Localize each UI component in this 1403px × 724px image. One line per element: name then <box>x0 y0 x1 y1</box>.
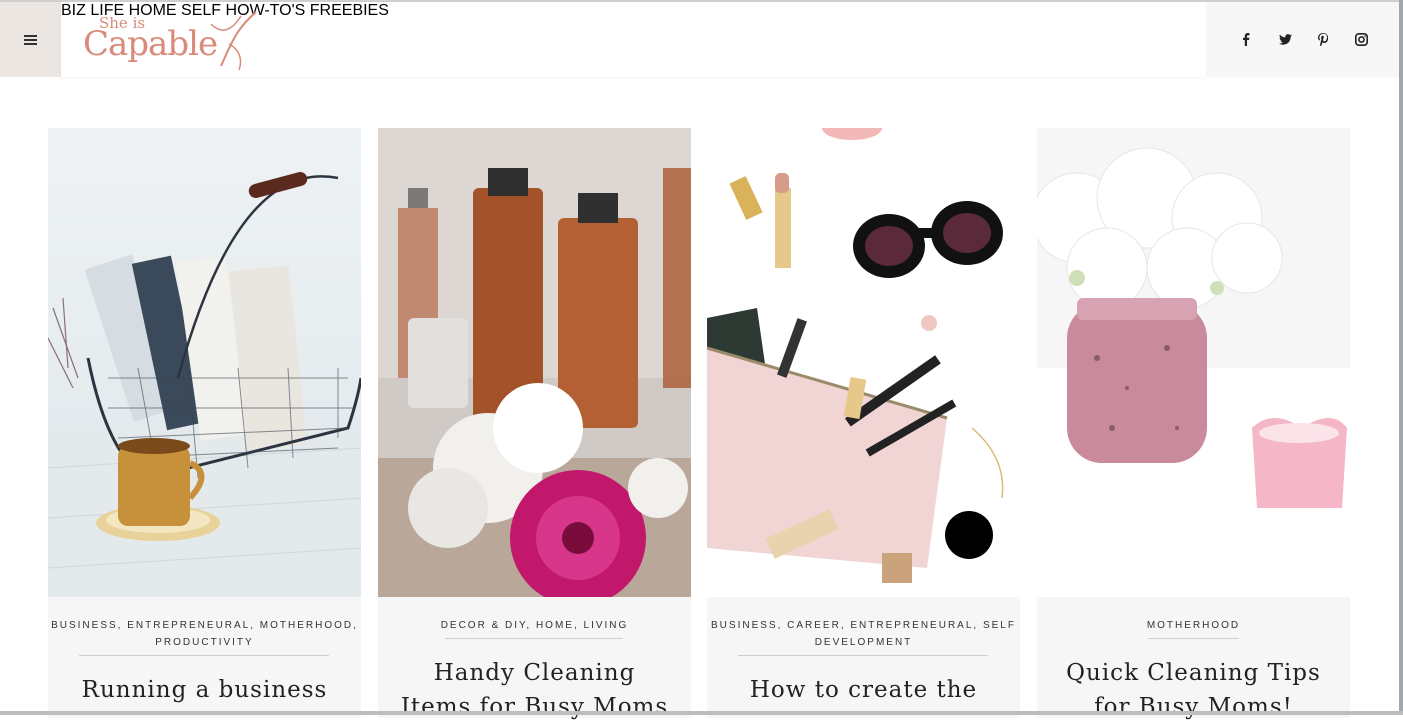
logo-wordmark: Capable <box>83 24 218 64</box>
instagram-icon[interactable] <box>1353 31 1369 47</box>
hamburger-menu-button[interactable] <box>0 2 61 77</box>
post-categories[interactable]: BUSINESS, ENTREPRENEURAL, MOTHERHOOD, PR… <box>48 617 361 651</box>
post-card[interactable]: DECOR & DIY, HOME, LIVING Handy Cleaning… <box>378 128 691 720</box>
category-divider <box>1148 638 1239 639</box>
post-title[interactable]: Running a business <box>68 673 341 707</box>
category-divider <box>738 655 988 656</box>
post-categories[interactable]: MOTHERHOOD <box>1037 617 1350 634</box>
pinterest-icon[interactable] <box>1315 31 1331 47</box>
nav-item-freebies[interactable]: FREEBIES <box>310 2 389 19</box>
top-navigation-bar: She is Capable BIZ LIFE HOME SELF HOW-TO… <box>61 2 1206 77</box>
category-divider <box>445 638 623 639</box>
window-bottom-border <box>0 711 1403 715</box>
post-thumbnail[interactable] <box>707 128 1020 597</box>
post-card[interactable]: BUSINESS, ENTREPRENEURAL, MOTHERHOOD, PR… <box>48 128 361 718</box>
post-thumbnail[interactable] <box>48 128 361 597</box>
category-divider <box>79 655 329 656</box>
twitter-icon[interactable] <box>1277 31 1293 47</box>
post-categories[interactable]: BUSINESS, CAREER, ENTREPRENEURAL, SELF D… <box>707 617 1020 651</box>
window-right-border <box>1399 0 1403 715</box>
post-card[interactable]: MOTHERHOOD Quick Cleaning Tips for Busy … <box>1037 128 1350 720</box>
post-title[interactable]: How to create the <box>727 673 1000 707</box>
post-categories[interactable]: DECOR & DIY, HOME, LIVING <box>378 617 691 634</box>
post-thumbnail[interactable] <box>1037 128 1350 597</box>
hamburger-icon <box>24 34 37 45</box>
site-logo[interactable]: She is Capable <box>71 4 261 74</box>
social-links <box>1206 2 1399 77</box>
post-card[interactable]: BUSINESS, CAREER, ENTREPRENEURAL, SELF D… <box>707 128 1020 718</box>
facebook-icon[interactable] <box>1238 31 1254 47</box>
post-thumbnail[interactable] <box>378 128 691 597</box>
